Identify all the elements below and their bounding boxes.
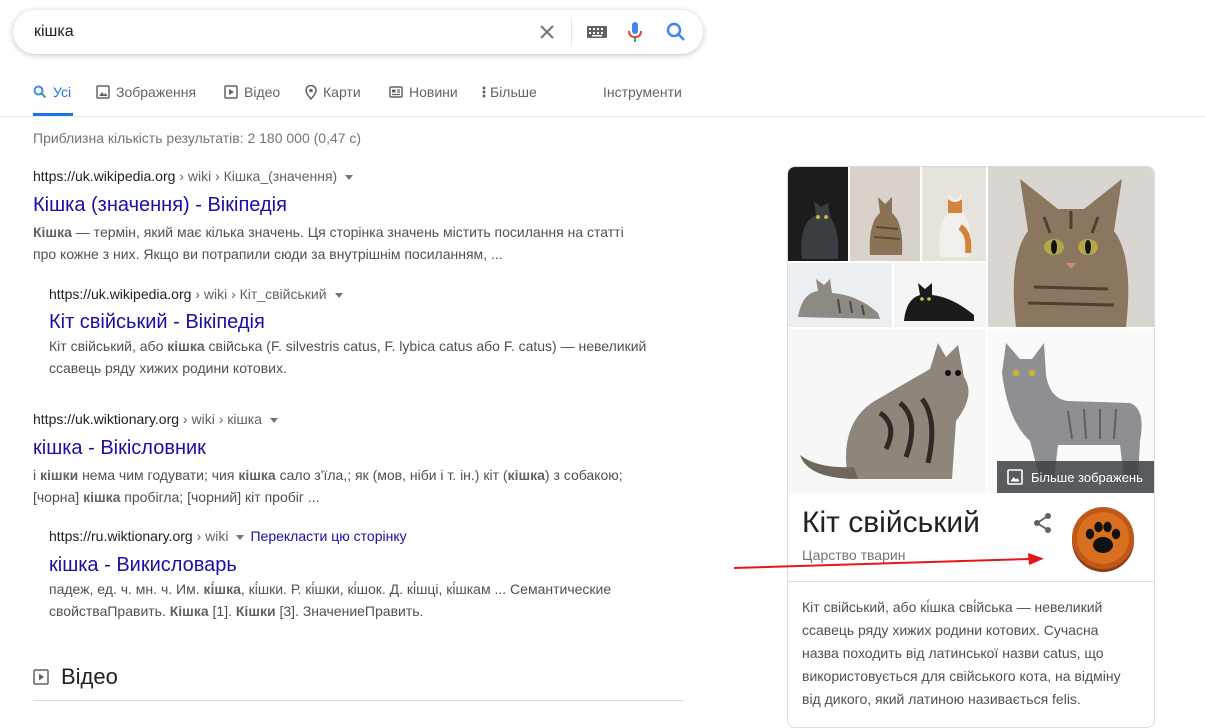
result-snippet: Кішка — термін, який має кілька значень.… <box>33 224 624 262</box>
snippet-highlight: кі́шка <box>203 581 241 597</box>
tab-videos[interactable]: Відео <box>224 84 280 116</box>
image-icon <box>96 85 110 99</box>
cat-image[interactable] <box>894 263 986 327</box>
result-snippet: Кіт свійський, або кішка свійська (F. si… <box>49 338 647 376</box>
result-domain: https://uk.wikipedia.org <box>33 168 176 184</box>
cat-image[interactable] <box>850 167 920 261</box>
result-cite[interactable]: https://uk.wiktionary.org › wiki › кішка <box>33 411 278 427</box>
video-icon <box>224 85 238 99</box>
result-title[interactable]: Кішка (значення) - Вікіпедія <box>33 194 287 217</box>
tab-all-label: Усі <box>53 84 72 100</box>
snippet-highlight: кішки <box>40 467 79 483</box>
cat-image[interactable] <box>788 329 986 493</box>
search-bar[interactable]: кішка <box>13 10 703 54</box>
video-section-header[interactable]: Відео <box>33 664 118 690</box>
result-cite[interactable]: https://uk.wikipedia.org › wiki › Кішка_… <box>33 168 354 184</box>
result-snippet: і кішки нема чим годувати; чия кішка сал… <box>33 467 623 505</box>
snippet-highlight: Кішка <box>33 224 72 240</box>
tab-images-label: Зображення <box>116 84 197 100</box>
result-domain: https://uk.wikipedia.org <box>49 286 192 302</box>
share-icon[interactable] <box>1032 512 1054 539</box>
tab-more[interactable]: Більше <box>482 84 537 116</box>
news-icon <box>389 86 403 98</box>
result-title[interactable]: кішка - Вікісловник <box>33 437 206 460</box>
snippet-highlight: кішка <box>507 467 545 483</box>
cat-image[interactable] <box>788 263 892 327</box>
result-stats: Приблизна кількість результатів: 2 180 0… <box>33 130 362 146</box>
result-snippet: падеж, ед. ч. мн. ч. Им. кі́шка, кі́шки.… <box>49 581 612 619</box>
search-input[interactable]: кішка <box>34 23 74 41</box>
result-title[interactable]: кішка - Викисловарь <box>49 554 237 577</box>
entity-title: Кіт свійський <box>802 506 980 539</box>
cat-image[interactable] <box>922 167 986 261</box>
result-cite[interactable]: https://ru.wiktionary.org › wiki Переклас… <box>49 528 407 544</box>
tab-news-label: Новини <box>409 84 458 100</box>
result-path: › wiki › Кішка_(значення) <box>175 168 338 184</box>
keyboard-icon[interactable] <box>585 21 609 43</box>
snippet-highlight: кішка <box>167 338 205 354</box>
image-icon <box>1007 469 1023 485</box>
snippet-highlight: Кішка <box>169 603 209 619</box>
snippet-highlight: Кішки <box>235 603 276 619</box>
tabs-divider <box>0 116 1205 117</box>
microphone-icon[interactable] <box>625 21 645 43</box>
red-annotation-arrow <box>733 553 1044 569</box>
more-images-label: Більше зображень <box>1031 469 1143 485</box>
result-path: › wiki › Кіт_свійський <box>191 286 327 302</box>
snippet-highlight: кішка <box>238 467 276 483</box>
result-path: › wiki <box>192 528 229 544</box>
google-search-icon <box>33 85 47 99</box>
search-icon[interactable] <box>665 21 687 43</box>
panel-divider <box>788 581 1154 582</box>
video-icon <box>33 669 49 685</box>
more-vert-icon <box>482 86 486 98</box>
tab-more-label: Більше <box>490 84 537 100</box>
more-images-button[interactable]: Більше зображень <box>997 461 1154 493</box>
clear-icon[interactable] <box>537 21 557 43</box>
snippet-highlight: кішка <box>83 489 121 505</box>
tab-maps-label: Карти <box>323 84 361 100</box>
cat-image[interactable] <box>988 167 1154 327</box>
result-domain: https://uk.wiktionary.org <box>33 411 180 427</box>
video-section-title: Відео <box>61 664 118 689</box>
tab-all[interactable]: Усі <box>33 84 73 116</box>
cat-image[interactable] <box>788 167 848 261</box>
tools-button[interactable]: Інструменти <box>603 84 682 116</box>
knowledge-panel: Більше зображень Кіт свійський Царство т… <box>787 166 1155 728</box>
map-pin-icon <box>305 85 317 100</box>
search-divider <box>571 19 572 45</box>
tools-label: Інструменти <box>603 84 682 100</box>
tab-videos-label: Відео <box>244 84 281 100</box>
tab-maps[interactable]: Карти <box>305 84 361 116</box>
translate-link[interactable]: Перекласти цю сторінку <box>250 528 406 544</box>
result-domain: https://ru.wiktionary.org <box>49 528 193 544</box>
paw-badge-icon[interactable] <box>1070 503 1136 580</box>
section-divider <box>33 700 684 701</box>
entity-description: Кіт свійський, або кі́шка сві́йська — не… <box>802 599 1121 707</box>
result-path: › wiki › кішка <box>179 411 262 427</box>
result-cite[interactable]: https://uk.wikipedia.org › wiki › Кіт_св… <box>49 286 343 302</box>
result-menu-icon[interactable] <box>334 292 343 298</box>
result-menu-icon[interactable] <box>236 534 245 540</box>
tab-news[interactable]: Новини <box>389 84 458 116</box>
result-menu-icon[interactable] <box>269 417 278 423</box>
result-title[interactable]: Кіт свійський - Вікіпедія <box>49 311 265 334</box>
result-menu-icon[interactable] <box>345 174 354 180</box>
tab-images[interactable]: Зображення <box>96 84 196 116</box>
